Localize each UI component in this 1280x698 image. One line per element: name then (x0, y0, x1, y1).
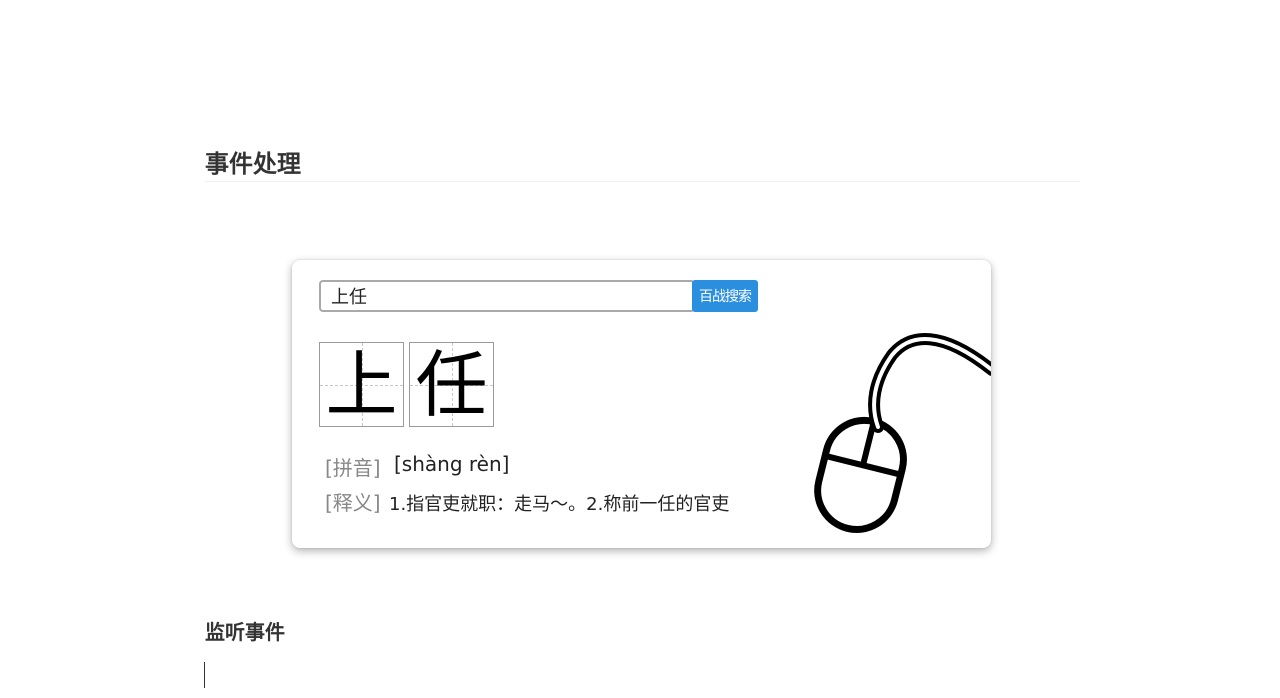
character-box: 上 (319, 342, 404, 427)
search-input[interactable] (319, 280, 695, 312)
meaning-label: [释义] (325, 491, 381, 515)
next-section-title: 监听事件 (205, 620, 285, 644)
character-glyph: 任 (415, 343, 488, 427)
character-glyph: 上 (325, 343, 398, 427)
dictionary-card: 百战搜索 上 任 [拼音] [shàng rèn] [释义] 1.指官吏就职：走… (292, 260, 991, 548)
text-cursor (204, 662, 205, 688)
page: 事件处理 百战搜索 上 任 [拼音] [shàng rèn] [释义] 1.指官… (0, 0, 1280, 698)
character-box: 任 (409, 342, 494, 427)
meaning-value: 1.指官吏就职：走马～。2.称前一任的官吏 (389, 494, 730, 515)
pinyin-value: [shàng rèn] (394, 452, 510, 476)
title-divider (205, 181, 1080, 182)
search-button[interactable]: 百战搜索 (692, 280, 758, 312)
mouse-icon (814, 333, 991, 533)
pinyin-label: [拼音] (325, 456, 381, 480)
section-title: 事件处理 (205, 150, 301, 178)
